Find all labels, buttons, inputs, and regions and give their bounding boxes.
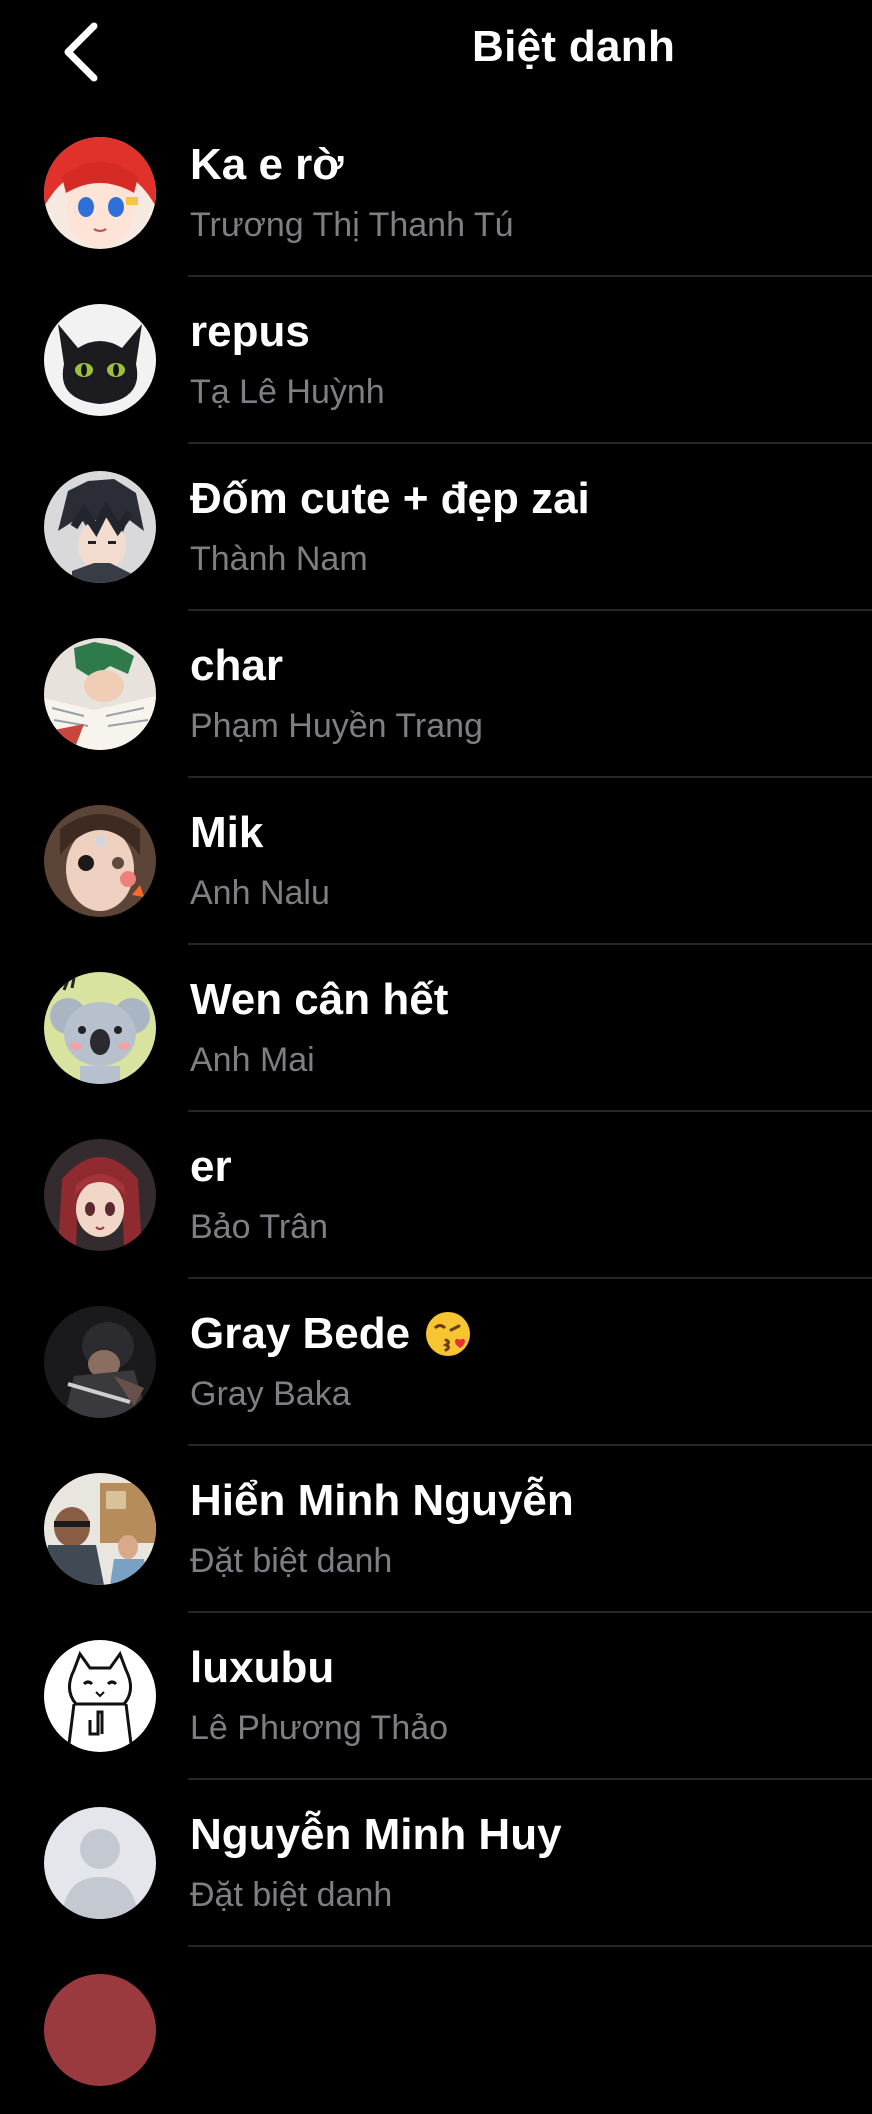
avatar [44,1473,156,1585]
avatar [44,304,156,416]
contact-name: Lê Phương Thảo [190,1709,449,1747]
contact-name: Trương Thị Thanh Tú [190,206,514,244]
contact-name: Bảo Trân [190,1208,328,1246]
avatar [44,638,156,750]
list-item[interactable]: Mik Anh Nalu [0,778,872,945]
avatar [44,805,156,917]
nickname: Mik [190,808,264,857]
contact-name: Đặt biệt danh [190,1876,393,1914]
contact-name: Anh Mai [190,1041,315,1079]
back-button[interactable] [52,18,112,82]
contact-name: Đặt biệt danh [190,1542,393,1580]
list-item-partial [0,1947,872,2114]
nickname: Ka e rờ [190,140,344,189]
nickname: Đốm cute + đẹp zai [190,474,590,523]
nickname: char [190,641,283,690]
list-item[interactable]: er Bảo Trân [0,1112,872,1279]
nickname-list: Ka e rờ Trương Thị Thanh Tú repus Tạ Lê … [0,110,872,2114]
list-item[interactable]: Ka e rờ Trương Thị Thanh Tú [0,110,872,277]
avatar [44,1306,156,1418]
list-item[interactable]: Gray Bede Gray Baka [0,1279,872,1446]
avatar [44,471,156,583]
avatar [44,137,156,249]
nickname: luxubu [190,1643,335,1692]
nickname: Nguyễn Minh Huy [190,1810,562,1859]
contact-name: Tạ Lê Huỳnh [190,373,385,411]
nickname: er [190,1142,232,1191]
avatar [44,1139,156,1251]
contact-name: Phạm Huyền Trang [190,707,483,745]
list-item[interactable]: char Phạm Huyền Trang [0,611,872,778]
header: Biệt danh [0,0,872,104]
contact-name: Thành Nam [190,540,368,578]
avatar [44,1807,156,1919]
kissing-face-emoji [424,1310,472,1358]
nickname: Gray Bede [190,1309,472,1359]
contact-name: Anh Nalu [190,874,330,912]
list-item[interactable]: repus Tạ Lê Huỳnh [0,277,872,444]
chevron-left-icon [64,22,98,82]
list-item[interactable]: Nguyễn Minh Huy Đặt biệt danh [0,1780,872,1947]
avatar [44,1974,156,2086]
avatar [44,972,156,1084]
list-item[interactable]: Wen cân hết Anh Mai [0,945,872,1112]
contact-name: Gray Baka [190,1375,351,1413]
nickname: Hiển Minh Nguyễn [190,1476,574,1525]
list-item[interactable]: Hiển Minh Nguyễn Đặt biệt danh [0,1446,872,1613]
nickname: repus [190,307,310,356]
nickname: Wen cân hết [190,975,449,1024]
list-item[interactable]: Đốm cute + đẹp zai Thành Nam [0,444,872,611]
page-title: Biệt danh [472,22,676,71]
list-item[interactable]: luxubu Lê Phương Thảo [0,1613,872,1780]
avatar [44,1640,156,1752]
